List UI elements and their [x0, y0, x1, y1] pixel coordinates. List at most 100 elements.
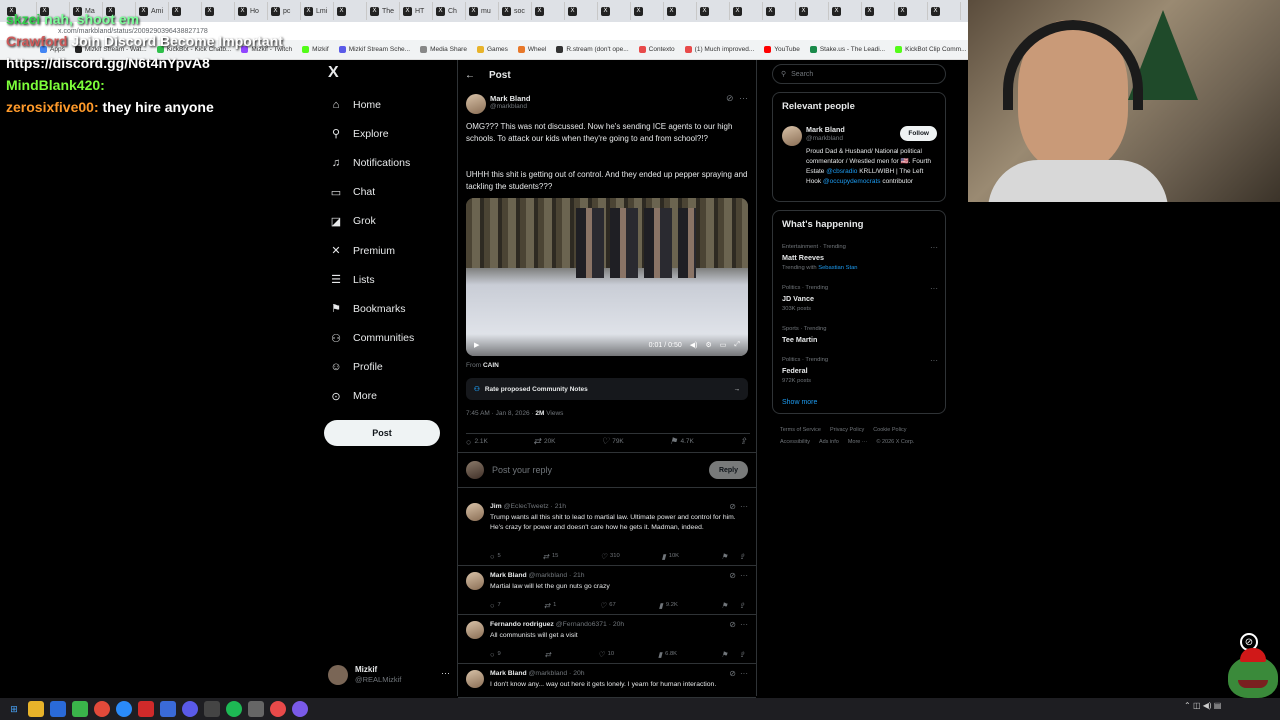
views-action[interactable]: ▮ 9.2K — [659, 600, 678, 610]
reply-action[interactable]: ○ 7 — [490, 600, 501, 610]
reply-author-name[interactable]: Mark Bland — [490, 572, 527, 579]
browser-tab[interactable]: X — [829, 2, 862, 20]
reply-item[interactable]: Mark Bland @markbland · 20h ⊘ ··· I don't k… — [458, 664, 756, 698]
x-logo[interactable]: X — [328, 64, 339, 82]
like-action[interactable]: ♡ 10 — [598, 649, 614, 659]
person-avatar[interactable] — [782, 126, 802, 146]
sidebar-item-profile[interactable]: ☺ Profile — [328, 353, 458, 382]
bio-link[interactable]: @cbsradio — [826, 168, 857, 175]
sidebar-item-chat[interactable]: ▭ Chat — [328, 178, 458, 207]
pip-icon[interactable]: ▭ — [720, 341, 727, 349]
sidebar-item-lists[interactable]: ☰ Lists — [328, 265, 458, 294]
views-action[interactable]: ▮ 6.8K — [658, 649, 677, 659]
repost-action[interactable]: ⇄ — [545, 649, 554, 659]
post-author-handle[interactable]: @markbland — [490, 103, 527, 110]
bookmark-action[interactable]: ⚑ 4.7K — [669, 436, 693, 447]
browser-tab[interactable]: X Ch — [433, 2, 466, 20]
app-icon[interactable] — [160, 701, 176, 717]
person-handle[interactable]: @markbland — [806, 135, 843, 142]
reply-avatar[interactable] — [466, 572, 484, 590]
bookmark-item[interactable]: YouTube — [764, 46, 800, 53]
reply-input[interactable]: Post your reply — [492, 465, 552, 475]
community-notes-button[interactable]: ⚇ Rate proposed Community Notes → — [466, 378, 748, 400]
fullscreen-icon[interactable]: ⤢ — [734, 341, 740, 349]
grok-icon[interactable]: ⊘ — [729, 669, 736, 678]
sidebar-item-grok[interactable]: ◪ Grok — [328, 207, 458, 236]
account-switcher[interactable]: Mizkif @REALMizkif ··· — [328, 662, 450, 688]
like-action[interactable]: ♡ 67 — [599, 600, 615, 610]
windows-start-icon[interactable]: ⊞ — [6, 701, 22, 717]
chrome-icon[interactable] — [94, 701, 110, 717]
trend-item[interactable]: Politics · Trending JD Vance 303K posts ··· — [782, 284, 938, 314]
volume-icon[interactable]: ◀) — [1203, 701, 1212, 710]
footer-link[interactable]: Terms of Service — [780, 427, 821, 433]
reply-author-name[interactable]: Fernando rodriguez — [490, 621, 554, 628]
browser-tab[interactable]: X — [334, 2, 367, 20]
bookmark-item[interactable]: (1) Much improved... — [684, 46, 754, 53]
reply-action[interactable]: ○ 5 — [490, 551, 501, 561]
settings-icon[interactable]: ⚙ — [705, 341, 711, 349]
sidebar-item-communities[interactable]: ⚇ Communities — [328, 324, 458, 353]
search-input[interactable]: ⚲ Search — [772, 64, 946, 84]
more-dots-icon[interactable]: ··· — [740, 571, 748, 580]
app-icon[interactable] — [138, 701, 154, 717]
app-icon[interactable] — [248, 701, 264, 717]
footer-link[interactable]: More ··· — [848, 439, 868, 445]
reply-avatar[interactable] — [466, 503, 484, 521]
bookmark-item[interactable]: Contexto — [638, 46, 675, 53]
grok-icon[interactable]: ⊘ — [726, 93, 734, 104]
reply-action[interactable]: ○ 2.1K — [466, 436, 488, 447]
app-icon[interactable] — [50, 701, 66, 717]
footer-link[interactable]: Privacy Policy — [830, 427, 864, 433]
share-icon[interactable]: ⇪ — [739, 601, 745, 610]
share-icon[interactable]: ⇪ — [739, 552, 745, 561]
more-dots-icon[interactable]: ··· — [740, 669, 748, 678]
post-author-avatar[interactable] — [466, 94, 486, 114]
trend-item[interactable]: Sports · Trending Tee Martin — [782, 325, 938, 346]
more-dots-icon[interactable]: ··· — [739, 93, 748, 103]
browser-tab[interactable]: X — [664, 2, 697, 20]
sidebar-item-more[interactable]: ⊙ More — [328, 382, 458, 411]
footer-link[interactable]: Cookie Policy — [873, 427, 906, 433]
sidebar-item-notifications[interactable]: ♫ Notifications — [328, 148, 458, 177]
views-action[interactable]: ▮ 10K — [662, 551, 679, 561]
more-dots-icon[interactable]: ··· — [740, 620, 748, 629]
back-arrow-icon[interactable]: ← — [465, 70, 475, 81]
folder-icon[interactable] — [28, 701, 44, 717]
reply-button[interactable]: Reply — [708, 461, 748, 479]
footer-link[interactable]: Accessibility — [780, 439, 810, 445]
repost-action[interactable]: ⇄ 15 — [543, 551, 559, 561]
video-source-name[interactable]: CAIN — [483, 362, 499, 369]
reply-author-name[interactable]: Mark Bland — [490, 670, 527, 677]
repost-action[interactable]: ⇄ 20K — [533, 436, 555, 447]
person-name[interactable]: Mark Bland — [806, 125, 845, 134]
reply-item[interactable]: Fernando rodriguez @Fernando6371 · 20h ⊘ ·… — [458, 615, 756, 664]
share-icon[interactable]: ⇪ — [739, 650, 745, 659]
bookmark-item[interactable]: Mizkif Stream Sche... — [338, 46, 410, 53]
browser-tab[interactable]: X — [565, 2, 598, 20]
more-dots-icon[interactable]: ··· — [930, 284, 938, 293]
reply-item[interactable]: Jim @EclecTweetz · 21h ⊘ ··· Trump wants al… — [458, 497, 756, 566]
app-icon[interactable] — [182, 701, 198, 717]
browser-tab[interactable]: X — [730, 2, 763, 20]
post-button[interactable]: Post — [324, 420, 440, 446]
notification-icon[interactable]: ▤ — [1214, 701, 1222, 710]
more-dots-icon[interactable]: ··· — [740, 502, 748, 511]
browser-tab[interactable]: X — [598, 2, 631, 20]
bookmark-item[interactable]: Games — [476, 46, 508, 53]
browser-tab[interactable]: X — [697, 2, 730, 20]
reply-avatar[interactable] — [466, 670, 484, 688]
reply-avatar[interactable] — [466, 621, 484, 639]
sidebar-item-bookmarks[interactable]: ⚑ Bookmarks — [328, 294, 458, 323]
browser-tab[interactable]: X — [895, 2, 928, 20]
app-icon[interactable] — [204, 701, 220, 717]
bookmark-item[interactable]: Media Share — [420, 46, 467, 53]
bookmark-item[interactable]: Wheel — [517, 46, 546, 53]
browser-tab[interactable]: X — [796, 2, 829, 20]
more-dots-icon[interactable]: ··· — [930, 356, 938, 365]
bookmark-item[interactable]: KickBot Clip Comm... — [895, 46, 967, 53]
post-video[interactable]: ▶ 0:01 / 0:50 ◀) ⚙ ▭ ⤢ — [466, 198, 748, 356]
network-icon[interactable]: ◫ — [1193, 701, 1201, 710]
browser-tab[interactable]: X The — [367, 2, 400, 20]
browser-tab[interactable]: X — [532, 2, 565, 20]
